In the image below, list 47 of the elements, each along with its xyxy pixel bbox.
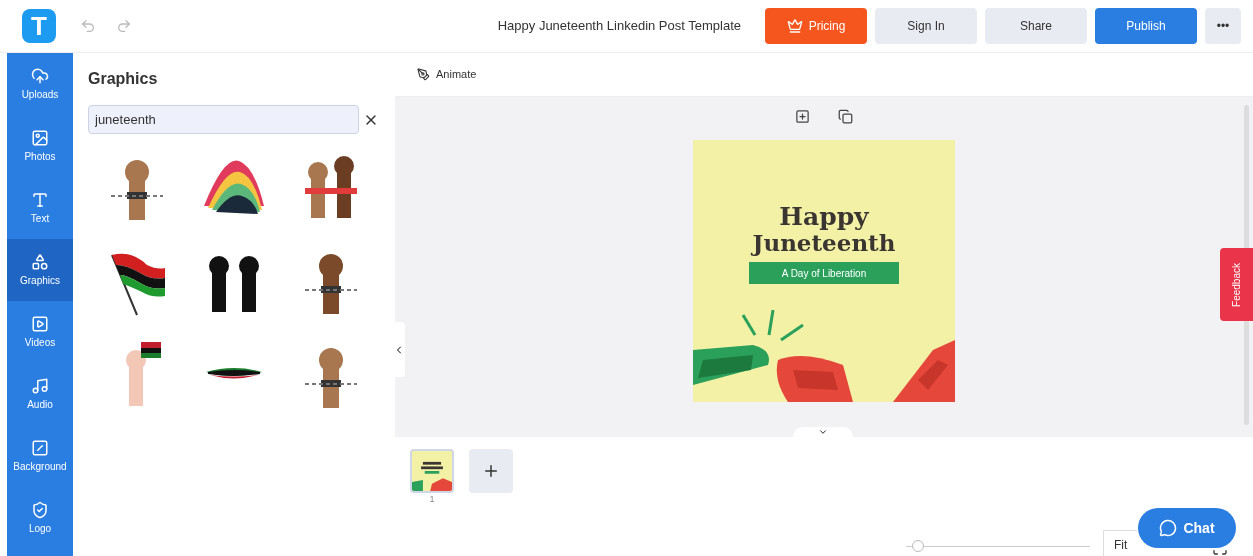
shield-icon bbox=[31, 500, 49, 519]
design-canvas[interactable]: Happy Juneteenth A Day of Liberation bbox=[693, 140, 955, 402]
panel-title: Graphics bbox=[88, 69, 159, 89]
sidebar-item[interactable]: Text bbox=[7, 177, 73, 239]
collapse-pages-handle[interactable] bbox=[793, 427, 853, 437]
collapse-panel-handle[interactable] bbox=[393, 322, 405, 377]
cloud-upload-icon bbox=[31, 66, 49, 85]
sidebar-item[interactable]: Logo bbox=[7, 487, 73, 549]
document-title[interactable]: Happy Juneteenth Linkedin Post Template bbox=[497, 16, 741, 36]
header-button[interactable]: Sign In bbox=[875, 8, 977, 44]
music-icon bbox=[31, 376, 49, 395]
header-button[interactable]: Pricing bbox=[765, 8, 867, 44]
chat-bubble-icon bbox=[1159, 519, 1178, 537]
image-icon bbox=[31, 128, 49, 147]
zoom-slider[interactable] bbox=[906, 540, 1090, 552]
app-logo[interactable]: T bbox=[22, 9, 56, 43]
sidebar-item[interactable]: Background bbox=[7, 425, 73, 487]
crown-icon bbox=[786, 18, 803, 34]
pen-icon bbox=[417, 68, 430, 81]
shapes-icon bbox=[31, 252, 49, 271]
sidebar-item[interactable]: Graphics bbox=[7, 239, 73, 301]
plus-icon bbox=[482, 462, 500, 480]
sidebar-item[interactable]: Videos bbox=[7, 301, 73, 363]
feedback-tab[interactable]: Feedback bbox=[1220, 248, 1253, 321]
fullscreen-icon[interactable] bbox=[1212, 549, 1228, 556]
duplicate-icon[interactable] bbox=[838, 109, 853, 124]
more-button[interactable]: ••• bbox=[1205, 8, 1241, 44]
ribbon-banner[interactable]: A Day of Liberation bbox=[749, 262, 899, 284]
canvas-heading[interactable]: Juneteenth bbox=[752, 230, 896, 256]
add-page-button[interactable] bbox=[469, 449, 513, 493]
animate-button[interactable]: Animate bbox=[417, 66, 477, 83]
chevron-down-icon bbox=[818, 427, 828, 437]
page-thumbnail[interactable] bbox=[410, 449, 454, 493]
header-button[interactable]: Publish bbox=[1095, 8, 1197, 44]
video-icon bbox=[31, 314, 49, 333]
zoom-select[interactable]: Fit bbox=[1103, 530, 1137, 556]
text-icon bbox=[31, 190, 49, 209]
canvas-heading[interactable]: Happy bbox=[779, 204, 869, 230]
chat-button[interactable]: Chat bbox=[1138, 508, 1236, 548]
sidebar-item[interactable]: Uploads bbox=[7, 53, 73, 115]
sidebar-item[interactable]: Audio bbox=[7, 363, 73, 425]
page-number: 1 bbox=[429, 493, 435, 506]
search-field[interactable]: juneteenth bbox=[88, 105, 359, 134]
header-button[interactable]: Share bbox=[985, 8, 1087, 44]
sidebar-item[interactable]: Photos bbox=[7, 115, 73, 177]
pattern-icon bbox=[31, 438, 49, 457]
add-page-icon[interactable] bbox=[795, 109, 810, 124]
